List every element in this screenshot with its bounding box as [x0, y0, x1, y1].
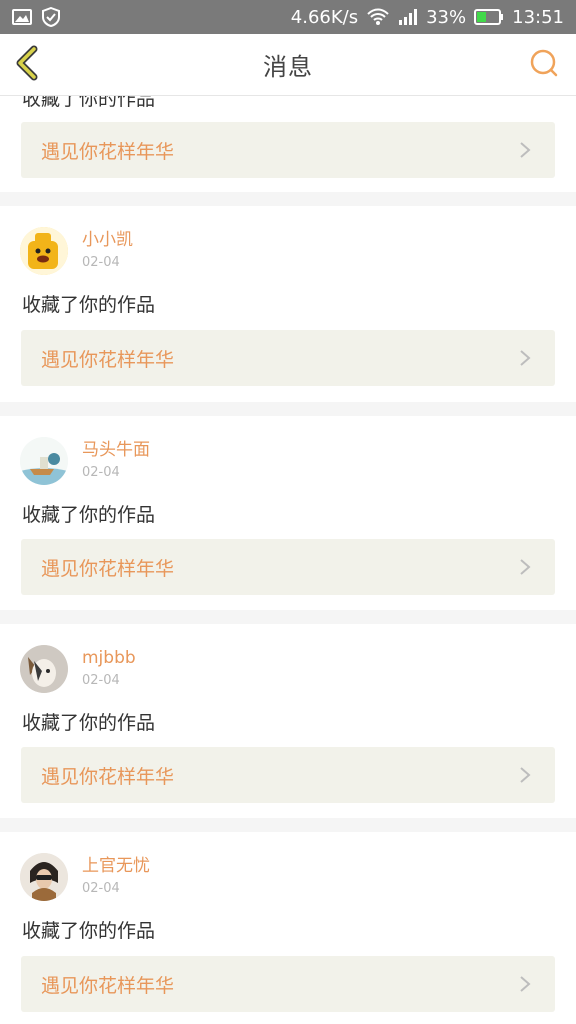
list-item: mjbbb 02-04 收藏了你的作品 遇见你花样年华 — [0, 624, 576, 818]
message-list[interactable]: 收藏了你的作品 遇见你花样年华 小小凯 02-04 收藏了你的作品 遇见你花样年… — [0, 96, 576, 1024]
battery-percent: 33% — [426, 6, 467, 28]
action-text: 收藏了你的作品 — [22, 294, 156, 316]
user-row[interactable]: 马头牛面 02-04 — [20, 436, 150, 486]
page-title: 消息 — [263, 53, 313, 81]
list-item: 小小凯 02-04 收藏了你的作品 遇见你花样年华 — [0, 206, 576, 402]
user-row[interactable]: 上官无忧 02-04 — [20, 852, 150, 902]
back-button[interactable] — [8, 43, 48, 87]
work-link[interactable]: 遇见你花样年华 — [21, 956, 555, 1012]
battery-icon — [474, 9, 504, 25]
work-title: 遇见你花样年华 — [41, 348, 175, 371]
network-speed: 4.66K/s — [290, 6, 359, 28]
work-link[interactable]: 遇见你花样年华 — [21, 330, 555, 386]
action-text: 收藏了你的作品 — [22, 712, 156, 734]
signal-icon — [398, 9, 418, 25]
clock: 13:51 — [512, 6, 564, 28]
avatar[interactable] — [20, 227, 68, 275]
chevron-right-icon — [515, 974, 535, 994]
list-item: 收藏了你的作品 遇见你花样年华 — [0, 96, 576, 192]
wifi-icon — [366, 8, 390, 26]
chevron-right-icon — [515, 557, 535, 577]
chevron-right-icon — [515, 348, 535, 368]
action-text: 收藏了你的作品 — [22, 504, 156, 526]
avatar[interactable] — [20, 853, 68, 901]
username[interactable]: 马头牛面 — [82, 439, 150, 461]
work-title: 遇见你花样年华 — [41, 765, 175, 788]
work-link[interactable]: 遇见你花样年华 — [21, 539, 555, 595]
date: 02-04 — [82, 673, 120, 688]
chevron-left-icon — [14, 45, 42, 85]
status-bar: 4.66K/s 33% 13:51 — [0, 0, 576, 34]
date: 02-04 — [82, 255, 120, 270]
work-link[interactable]: 遇见你花样年华 — [21, 747, 555, 803]
date: 02-04 — [82, 465, 120, 480]
username[interactable]: 小小凯 — [82, 229, 133, 251]
user-row[interactable]: 小小凯 02-04 — [20, 226, 133, 276]
avatar[interactable] — [20, 437, 68, 485]
user-row[interactable]: mjbbb 02-04 — [20, 644, 136, 694]
search-icon — [529, 48, 559, 82]
gallery-icon — [12, 9, 32, 25]
list-item: 上官无忧 02-04 收藏了你的作品 遇见你花样年华 — [0, 832, 576, 1024]
shield-icon — [42, 7, 60, 27]
date: 02-04 — [82, 881, 120, 896]
work-title: 遇见你花样年华 — [41, 140, 175, 163]
search-button[interactable] — [526, 47, 562, 83]
work-link[interactable]: 遇见你花样年华 — [21, 122, 555, 178]
header-bar: 消息 — [0, 34, 576, 96]
list-item: 马头牛面 02-04 收藏了你的作品 遇见你花样年华 — [0, 416, 576, 610]
username[interactable]: 上官无忧 — [82, 855, 150, 877]
avatar[interactable] — [20, 645, 68, 693]
chevron-right-icon — [515, 765, 535, 785]
action-text: 收藏了你的作品 — [22, 920, 156, 942]
username[interactable]: mjbbb — [82, 647, 136, 669]
action-text: 收藏了你的作品 — [22, 96, 156, 110]
work-title: 遇见你花样年华 — [41, 557, 175, 580]
chevron-right-icon — [515, 140, 535, 160]
work-title: 遇见你花样年华 — [41, 974, 175, 997]
